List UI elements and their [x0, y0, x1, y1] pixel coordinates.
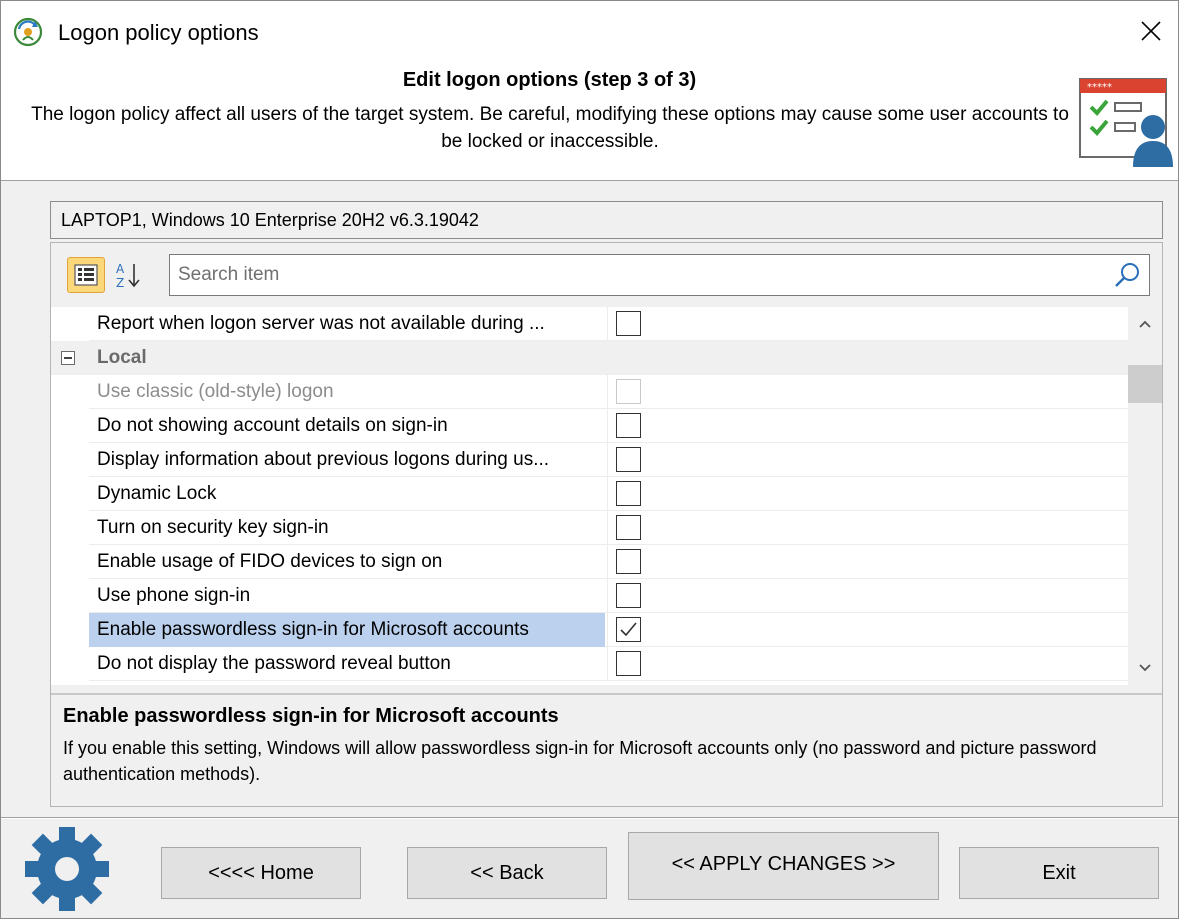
description-title: Enable passwordless sign-in for Microsof…	[63, 705, 559, 727]
property-label: Do not display the password reveal butto…	[97, 653, 451, 674]
property-checkbox[interactable]	[616, 651, 641, 676]
header-title: Edit logon options (step 3 of 3)	[402, 69, 697, 91]
categorized-icon	[74, 264, 98, 286]
property-checkbox-checked[interactable]	[616, 617, 641, 642]
property-row[interactable]: Display information about previous logon…	[51, 443, 1128, 477]
policy-checklist-icon: *****	[1079, 78, 1173, 167]
chevron-down-icon	[1139, 664, 1151, 672]
target-system-info: LAPTOP1, Windows 10 Enterprise 20H2 v6.3…	[50, 201, 1163, 239]
property-row-selected[interactable]: Enable passwordless sign-in for Microsof…	[51, 613, 1128, 647]
chevron-up-icon	[1139, 320, 1151, 328]
wizard-header: Edit logon options (step 3 of 3) The log…	[1, 61, 1178, 181]
property-checkbox[interactable]	[616, 311, 641, 336]
scroll-up-button[interactable]	[1128, 307, 1162, 341]
home-button[interactable]: <<<< Home	[161, 847, 361, 899]
property-checkbox[interactable]	[616, 481, 641, 506]
close-button[interactable]	[1124, 1, 1178, 61]
categorized-view-button[interactable]	[67, 257, 105, 293]
category-row-local[interactable]: Local	[51, 341, 1128, 375]
app-logo-icon	[13, 17, 43, 47]
property-rows: Report when logon server was not availab…	[51, 307, 1128, 685]
property-checkbox	[616, 379, 641, 404]
footer-divider	[1, 817, 1178, 819]
property-label: Use phone sign-in	[97, 585, 251, 606]
back-button[interactable]: << Back	[407, 847, 607, 899]
property-label: Enable usage of FIDO devices to sign on	[97, 551, 443, 572]
vertical-scrollbar[interactable]	[1128, 307, 1162, 685]
property-checkbox[interactable]	[616, 447, 641, 472]
collapse-minus-icon[interactable]	[61, 351, 75, 365]
property-row[interactable]: Enable usage of FIDO devices to sign on	[51, 545, 1128, 579]
window-title: Logon policy options	[58, 20, 259, 45]
scroll-down-button[interactable]	[1128, 651, 1162, 685]
property-label: Dynamic Lock	[97, 483, 217, 504]
property-label: Turn on security key sign-in	[97, 517, 329, 538]
sort-az-icon: A Z	[116, 262, 140, 290]
svg-text:A: A	[116, 262, 125, 276]
checkmark-icon	[620, 622, 637, 637]
search-input[interactable]	[178, 261, 1098, 289]
property-row[interactable]: Dynamic Lock	[51, 477, 1128, 511]
svg-text:*****: *****	[1087, 82, 1112, 93]
property-label: Enable passwordless sign-in for Microsof…	[89, 613, 605, 647]
property-checkbox[interactable]	[616, 413, 641, 438]
apply-changes-button[interactable]: << APPLY CHANGES >>	[628, 832, 939, 900]
property-checkbox[interactable]	[616, 583, 641, 608]
search-box	[169, 254, 1150, 296]
property-row[interactable]: Report when logon server was not availab…	[51, 307, 1128, 341]
close-icon	[1141, 21, 1161, 41]
property-row[interactable]: Do not showing account details on sign-i…	[51, 409, 1128, 443]
property-label: Display information about previous logon…	[97, 449, 550, 470]
property-row[interactable]: Turn on security key sign-in	[51, 511, 1128, 545]
property-row[interactable]: Use phone sign-in	[51, 579, 1128, 613]
svg-text:Z: Z	[116, 276, 124, 290]
property-label: Report when logon server was not availab…	[97, 313, 545, 334]
header-description: The logon policy affect all users of the…	[31, 104, 1069, 152]
grid-toolbar: A Z	[51, 243, 1162, 305]
search-icon[interactable]	[1113, 261, 1141, 289]
title-bar: Logon policy options	[1, 1, 1178, 61]
scroll-thumb[interactable]	[1128, 365, 1162, 403]
description-splitter[interactable]	[51, 693, 1162, 695]
property-row[interactable]: Do not display the password reveal butto…	[51, 647, 1128, 681]
property-label: Use classic (old-style) logon	[97, 381, 334, 402]
exit-button[interactable]: Exit	[959, 847, 1159, 899]
property-checkbox[interactable]	[616, 549, 641, 574]
category-label: Local	[89, 341, 605, 375]
property-grid: A Z Report when logon server was not ava…	[50, 242, 1163, 807]
property-checkbox[interactable]	[616, 515, 641, 540]
gear-icon	[25, 827, 109, 911]
sort-alphabetical-button[interactable]: A Z	[109, 257, 147, 293]
property-label: Do not showing account details on sign-i…	[97, 415, 448, 436]
property-row: Use classic (old-style) logon	[51, 375, 1128, 409]
dialog-window: Logon policy options Edit logon options …	[0, 0, 1179, 919]
description-text: If you enable this setting, Windows will…	[63, 738, 1097, 784]
